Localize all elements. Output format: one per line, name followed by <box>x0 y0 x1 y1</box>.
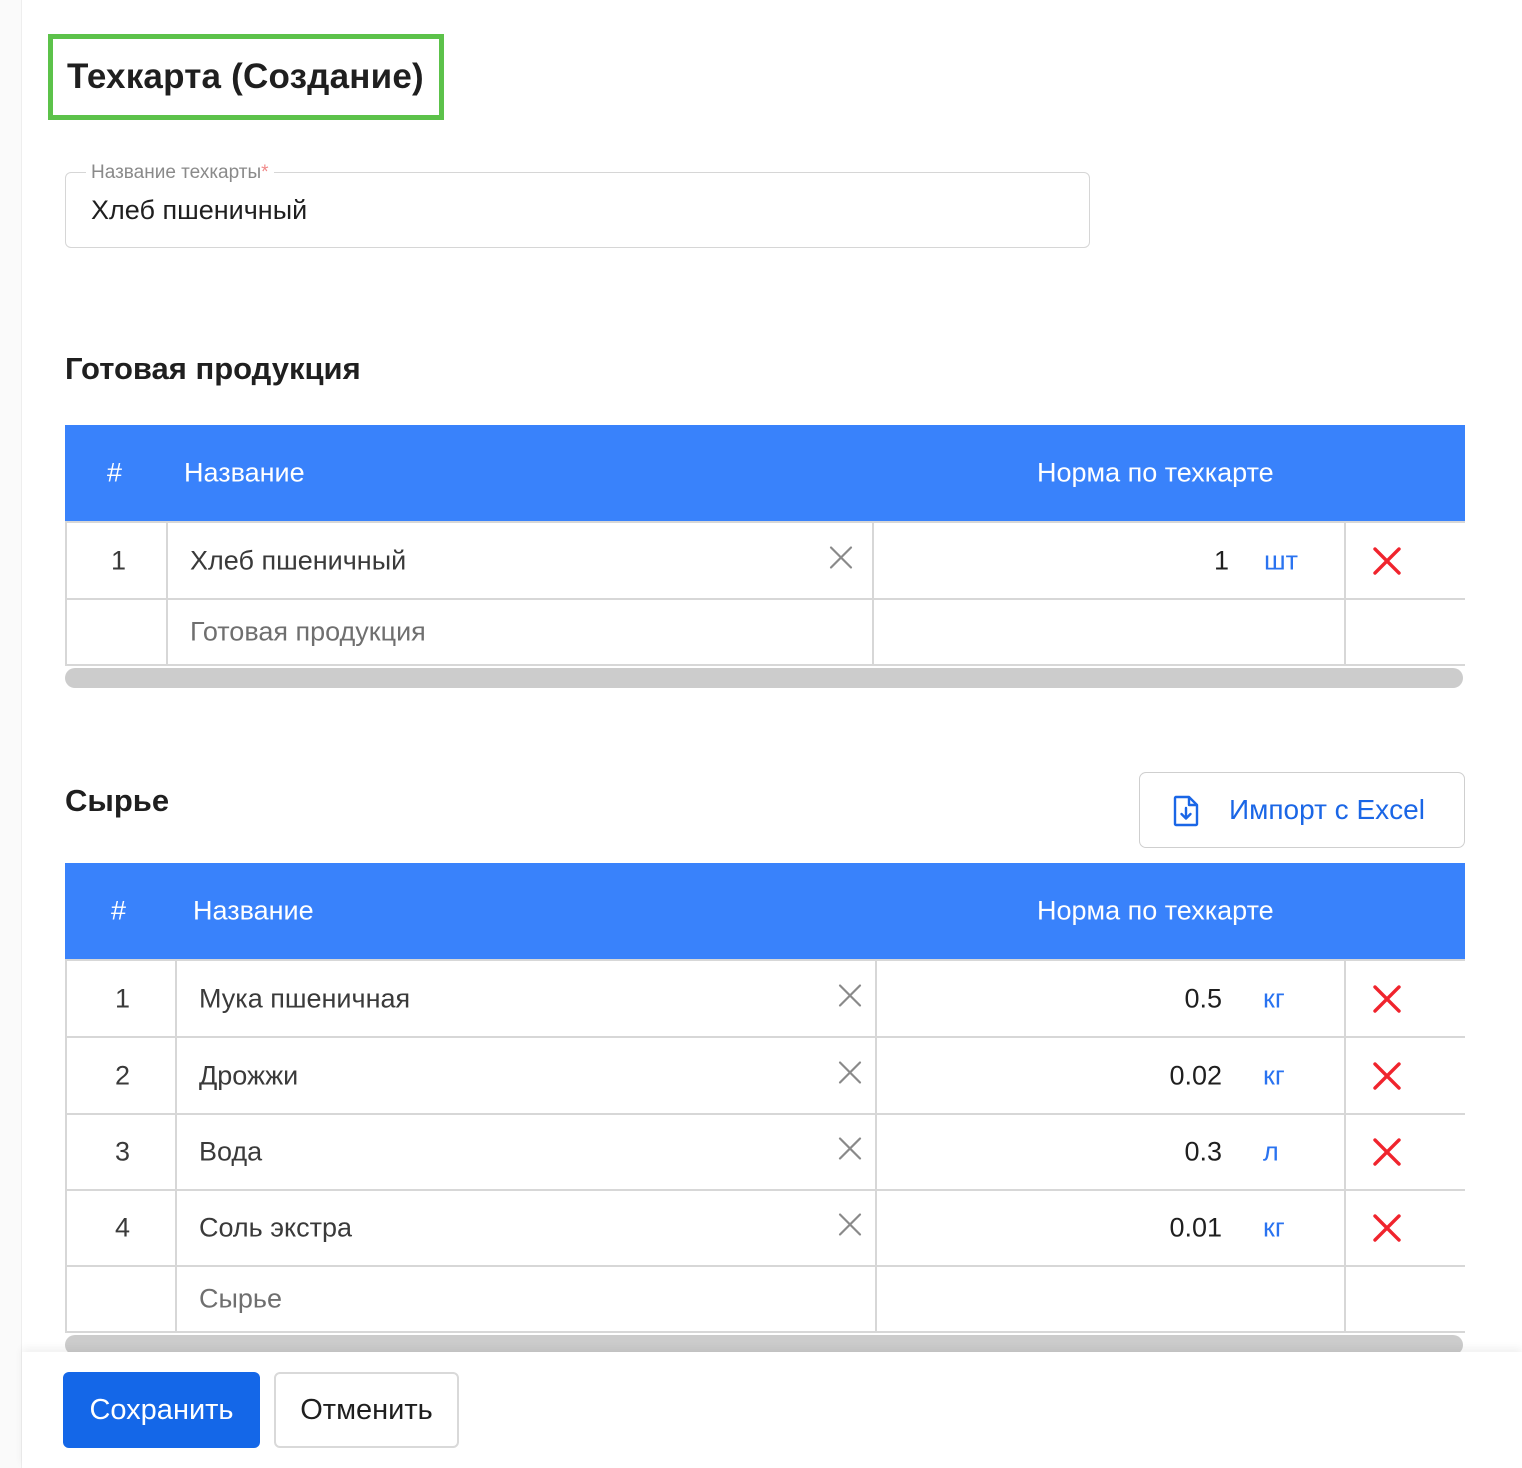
norm-cell[interactable]: 0.5 кг <box>877 961 1346 1036</box>
required-mark: * <box>261 162 269 183</box>
import-excel-label[interactable]: Импорт с Excel <box>1229 794 1425 826</box>
techcard-name-label-text: Название техкарты <box>91 162 262 183</box>
row-number: 3 <box>115 1136 131 1167</box>
table-row-add: Готовая продукция <box>65 600 1465 666</box>
sidebar-edge <box>0 0 22 1468</box>
table-row-add: Сырье <box>65 1267 1465 1333</box>
finished-products-title: Готовая продукция <box>65 351 361 386</box>
delete-icon[interactable] <box>1372 1061 1402 1091</box>
delete-icon[interactable] <box>1372 1137 1402 1167</box>
add-product-placeholder[interactable]: Готовая продукция <box>190 617 426 648</box>
norm-quantity[interactable]: 0.01 <box>1169 1213 1222 1244</box>
close-icon[interactable] <box>828 544 854 577</box>
material-name[interactable]: Дрожжи <box>199 1060 298 1091</box>
close-icon[interactable] <box>837 982 863 1015</box>
norm-quantity[interactable]: 1 <box>1214 545 1229 576</box>
add-product-cell[interactable]: Готовая продукция <box>168 600 874 664</box>
norm-cell[interactable]: 1 шт <box>874 523 1346 598</box>
raw-materials-title: Сырье <box>65 783 170 818</box>
techcard-name-value[interactable]: Хлеб пшеничный <box>91 195 307 226</box>
close-icon[interactable] <box>837 1212 863 1245</box>
norm-quantity[interactable]: 0.5 <box>1184 983 1222 1014</box>
delete-icon[interactable] <box>1372 546 1402 576</box>
close-icon[interactable] <box>837 1059 863 1092</box>
add-material-placeholder[interactable]: Сырье <box>199 1284 282 1315</box>
add-material-cell[interactable]: Сырье <box>177 1267 877 1331</box>
table-row: 1 Мука пшеничная 0.5 кг <box>65 959 1465 1038</box>
unit-link[interactable]: кг <box>1263 983 1285 1014</box>
import-excel-button[interactable]: Импорт с Excel <box>1139 772 1465 848</box>
row-number: 1 <box>115 983 131 1013</box>
product-name[interactable]: Хлеб пшеничный <box>190 545 406 576</box>
cancel-button[interactable]: Отменить <box>274 1372 459 1448</box>
material-name[interactable]: Вода <box>199 1137 262 1168</box>
row-number: 4 <box>115 1212 131 1243</box>
material-name[interactable]: Мука пшеничная <box>199 983 410 1014</box>
delete-icon[interactable] <box>1372 984 1402 1014</box>
file-download-icon <box>1172 795 1200 832</box>
material-name-cell[interactable]: Мука пшеничная <box>177 961 877 1036</box>
raw-materials-table-header: # Название Норма по техкарте <box>65 863 1465 959</box>
techcard-name-label: Название техкарты* <box>86 162 274 184</box>
row-number: 1 <box>111 545 127 575</box>
finished-products-table-header: # Название Норма по техкарте <box>65 425 1465 521</box>
material-name[interactable]: Соль экстра <box>199 1213 352 1244</box>
table-row: 2 Дрожжи 0.02 кг <box>65 1038 1465 1115</box>
material-name-cell[interactable]: Соль экстра <box>177 1191 877 1265</box>
column-norm: Норма по техкарте <box>1037 457 1274 488</box>
table-row: 4 Соль экстра 0.01 кг <box>65 1191 1465 1267</box>
close-icon[interactable] <box>837 1136 863 1169</box>
page-title-highlight: Техкарта (Создание) <box>48 34 444 120</box>
norm-cell[interactable]: 0.01 кг <box>877 1191 1346 1265</box>
unit-link[interactable]: л <box>1263 1137 1279 1168</box>
column-name: Название <box>184 457 305 488</box>
norm-quantity[interactable]: 0.02 <box>1169 1060 1222 1091</box>
page-title: Техкарта (Создание) <box>67 57 424 96</box>
techcard-name-field[interactable]: Название техкарты* Хлеб пшеничный <box>65 162 1090 248</box>
column-norm: Норма по техкарте <box>1037 895 1274 926</box>
unit-link[interactable]: шт <box>1264 545 1298 576</box>
unit-link[interactable]: кг <box>1263 1060 1285 1091</box>
norm-cell[interactable]: 0.02 кг <box>877 1038 1346 1113</box>
column-num: # <box>107 457 123 488</box>
row-number: 2 <box>115 1060 131 1090</box>
column-name: Название <box>193 895 314 926</box>
norm-quantity[interactable]: 0.3 <box>1184 1137 1222 1168</box>
material-name-cell[interactable]: Дрожжи <box>177 1038 877 1113</box>
unit-link[interactable]: кг <box>1263 1213 1285 1244</box>
column-num: # <box>111 895 127 926</box>
table-row: 1 Хлеб пшеничный 1 шт <box>65 521 1465 600</box>
horizontal-scrollbar[interactable] <box>65 668 1463 688</box>
table-row: 3 Вода 0.3 л <box>65 1115 1465 1191</box>
product-name-cell[interactable]: Хлеб пшеничный <box>168 523 874 598</box>
save-button[interactable]: Сохранить <box>63 1372 260 1448</box>
material-name-cell[interactable]: Вода <box>177 1115 877 1189</box>
delete-icon[interactable] <box>1372 1213 1402 1243</box>
norm-cell[interactable]: 0.3 л <box>877 1115 1346 1189</box>
